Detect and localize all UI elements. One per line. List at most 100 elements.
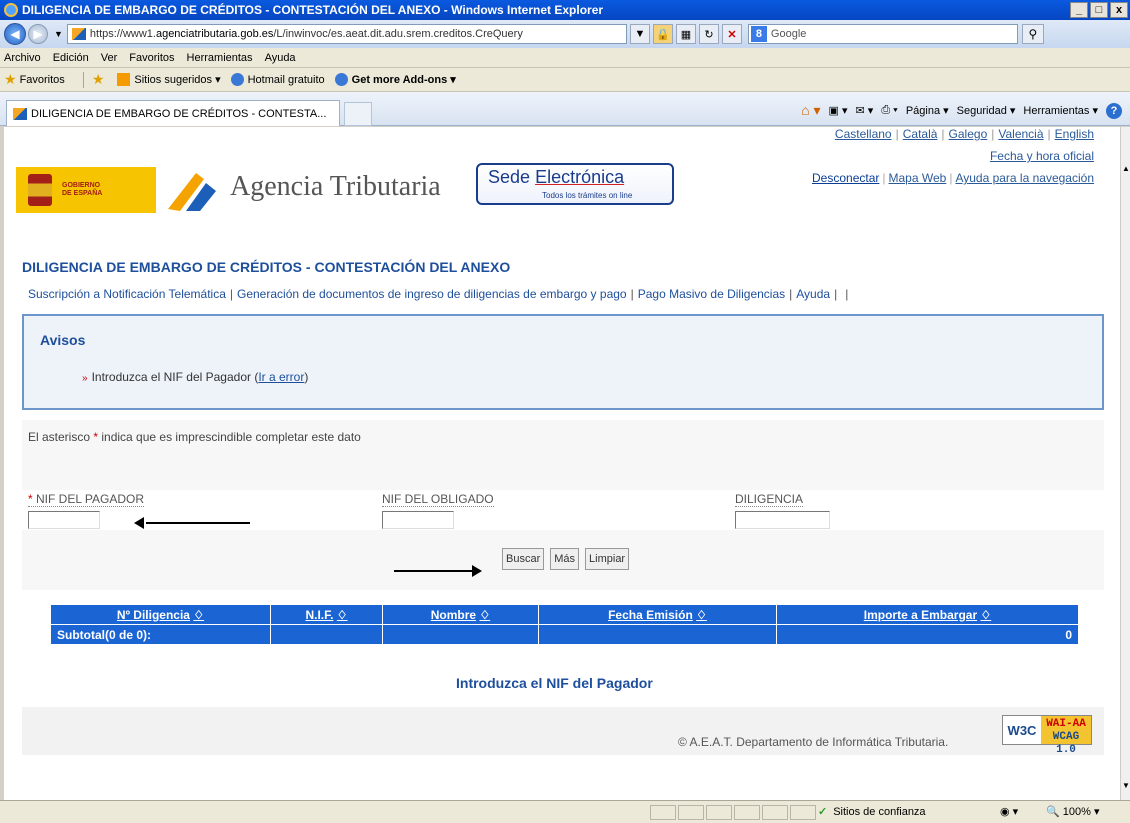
- menu-favoritos[interactable]: Favoritos: [129, 52, 174, 64]
- new-tab-button[interactable]: [344, 102, 372, 126]
- nif-pagador-label: * NIF DEL PAGADOR: [28, 492, 145, 507]
- menu-ver[interactable]: Ver: [101, 52, 118, 64]
- security-zone[interactable]: ✓ Sitios de confianza: [818, 805, 926, 819]
- subscription-link[interactable]: Suscripción a Notificación Telemática: [28, 287, 226, 301]
- navigation-bar: ◀ ▶ ▼ https://www1. agenciatributaria.gob…: [0, 20, 1130, 48]
- lang-english[interactable]: English: [1055, 127, 1094, 141]
- vertical-scrollbar[interactable]: ▲ ▼: [1120, 127, 1130, 800]
- sede-word1: Sede: [488, 167, 531, 187]
- zoom-value: 100%: [1062, 806, 1091, 818]
- addons-link[interactable]: Get more Add-ons ▾: [334, 73, 456, 86]
- help-link[interactable]: Ayuda: [796, 287, 830, 301]
- ie-logo-icon: [4, 3, 18, 17]
- hotmail-label: Hotmail gratuito: [247, 73, 325, 86]
- divider: |: [991, 127, 995, 141]
- compatibility-icon[interactable]: ▦: [675, 24, 696, 44]
- print-icon[interactable]: ⎙ ▾: [881, 104, 897, 117]
- checkmark-icon: ✓: [818, 806, 828, 818]
- nif-obligado-field: NIF DEL OBLIGADO: [382, 492, 494, 529]
- notice-message: » Introduzca el NIF del Pagador (Ir a err…: [82, 370, 308, 384]
- mass-payment-link[interactable]: Pago Masivo de Diligencias: [638, 287, 785, 301]
- favorites-button[interactable]: ★ Favoritos: [4, 71, 65, 88]
- column-label: Nombre: [430, 607, 477, 622]
- maximize-button[interactable]: □: [1090, 2, 1108, 18]
- more-button[interactable]: Más: [550, 548, 580, 570]
- scroll-up-icon[interactable]: ▲: [1121, 161, 1130, 175]
- nif-pagador-input[interactable]: [28, 511, 100, 529]
- address-input[interactable]: https://www1. agenciatributaria.gob.es/L/…: [66, 24, 627, 44]
- form-fields-row: * NIF DEL PAGADOR NIF DEL OBLIGADO DILIG…: [22, 490, 1104, 530]
- notices-heading: Avisos: [40, 332, 86, 348]
- column-header-fecha[interactable]: Fecha Emisión ♢: [538, 604, 777, 625]
- forward-button[interactable]: ▶: [28, 24, 48, 44]
- nif-obligado-input[interactable]: [382, 511, 454, 529]
- menu-ayuda[interactable]: Ayuda: [265, 52, 296, 64]
- sede-tagline: Todos los trámites on line: [542, 191, 633, 200]
- wai-aa-badge[interactable]: W3C WAI-AA WCAG 1.0: [1002, 715, 1092, 756]
- security-menu[interactable]: Seguridad ▾: [957, 104, 1016, 117]
- back-button[interactable]: ◀: [4, 23, 26, 45]
- wai-aa-text: WAI-AA: [1046, 718, 1086, 730]
- clear-button[interactable]: Limpiar: [585, 548, 630, 570]
- nif-pagador-label-text: NIF DEL PAGADOR: [36, 492, 145, 506]
- zoom-level[interactable]: 🔍 100% ▾: [1046, 805, 1099, 818]
- status-cell: [734, 805, 760, 820]
- lock-icon[interactable]: 🔒: [652, 24, 673, 44]
- table-cell: [270, 624, 383, 645]
- window-titlebar: DILIGENCIA DE EMBARGO DE CRÉDITOS - CONT…: [0, 0, 1130, 20]
- mail-icon[interactable]: ✉ ▾: [856, 104, 874, 117]
- search-icon[interactable]: ⚲: [1021, 24, 1044, 44]
- navigation-help-link[interactable]: Ayuda para la navegación: [955, 171, 1094, 185]
- menu-herramientas[interactable]: Herramientas: [187, 52, 253, 64]
- suggested-sites-button[interactable]: Sitios sugeridos ▾: [117, 73, 221, 86]
- add-favorite-icon: ★: [91, 71, 105, 87]
- search-input[interactable]: 8 Google: [747, 24, 1018, 44]
- add-favorite-button[interactable]: ★: [92, 71, 108, 88]
- command-bar: ⌂ ▾ ▣ ▾ ✉ ▾ ⎙ ▾ Página ▾ Seguridad ▾ Her…: [801, 102, 1122, 119]
- divider: |: [229, 287, 233, 301]
- column-label: Importe a Embargar: [863, 607, 978, 622]
- site-favicon-icon: [13, 107, 27, 120]
- hotmail-link[interactable]: Hotmail gratuito: [230, 73, 325, 86]
- sort-icon: ♢: [980, 607, 992, 622]
- official-time-link[interactable]: Fecha y hora oficial: [990, 149, 1094, 163]
- logout-link[interactable]: Desconectar: [812, 171, 879, 185]
- page-title: DILIGENCIA DE EMBARGO DE CRÉDITOS - CONT…: [22, 259, 511, 275]
- menu-archivo[interactable]: Archivo: [4, 52, 41, 64]
- url-prefix: https://www1.: [89, 28, 156, 40]
- tab-active[interactable]: DILIGENCIA DE EMBARGO DE CRÉDITOS - CONT…: [6, 100, 340, 126]
- column-header-diligencia[interactable]: Nº Diligencia ♢: [50, 604, 271, 625]
- history-dropdown-icon[interactable]: ▼: [54, 29, 63, 39]
- lang-valencia[interactable]: Valencià: [998, 127, 1043, 141]
- address-dropdown-icon[interactable]: ▼: [629, 24, 650, 44]
- go-to-error-link[interactable]: Ir a error: [258, 370, 304, 384]
- lang-catala[interactable]: Català: [903, 127, 938, 141]
- column-header-nombre[interactable]: Nombre ♢: [382, 604, 539, 625]
- menu-edicion[interactable]: Edición: [53, 52, 89, 64]
- status-cell: [678, 805, 704, 820]
- column-header-nif[interactable]: N.I.F. ♢: [270, 604, 383, 625]
- documents-link[interactable]: Generación de documentos de ingreso de d…: [237, 287, 627, 301]
- diligencia-input[interactable]: [735, 511, 830, 529]
- sede-electronica-logo[interactable]: Sede Electrónica Todos los trámites on l…: [476, 163, 674, 205]
- sitemap-link[interactable]: Mapa Web: [889, 171, 947, 185]
- column-header-importe[interactable]: Importe a Embargar ♢: [776, 604, 1079, 625]
- sub-navigation: Suscripción a Notificación Telemática | Ge…: [28, 287, 852, 301]
- stop-icon[interactable]: ✕: [721, 24, 742, 44]
- lang-castellano[interactable]: Castellano: [835, 127, 892, 141]
- wcag-label: WAI-AA WCAG 1.0: [1041, 716, 1091, 756]
- home-icon[interactable]: ⌂ ▾: [801, 102, 820, 119]
- scroll-down-icon[interactable]: ▼: [1121, 778, 1130, 792]
- tools-menu[interactable]: Herramientas ▾: [1023, 104, 1098, 117]
- help-icon[interactable]: ?: [1106, 102, 1122, 119]
- page-menu[interactable]: Página ▾: [906, 104, 949, 117]
- feeds-icon[interactable]: ▣ ▾: [829, 104, 848, 117]
- search-button[interactable]: Buscar: [502, 548, 545, 570]
- protected-mode-icon[interactable]: ◉ ▾: [1000, 805, 1018, 818]
- table-header-row: Nº Diligencia ♢ N.I.F. ♢ Nombre ♢ Fecha …: [50, 604, 1079, 625]
- lang-galego[interactable]: Galego: [949, 127, 988, 141]
- top-navigation: Desconectar | Mapa Web | Ayuda para la naveg…: [812, 171, 1094, 185]
- minimize-button[interactable]: _: [1070, 2, 1088, 18]
- refresh-icon[interactable]: ↻: [698, 24, 719, 44]
- close-window-button[interactable]: x: [1110, 2, 1128, 18]
